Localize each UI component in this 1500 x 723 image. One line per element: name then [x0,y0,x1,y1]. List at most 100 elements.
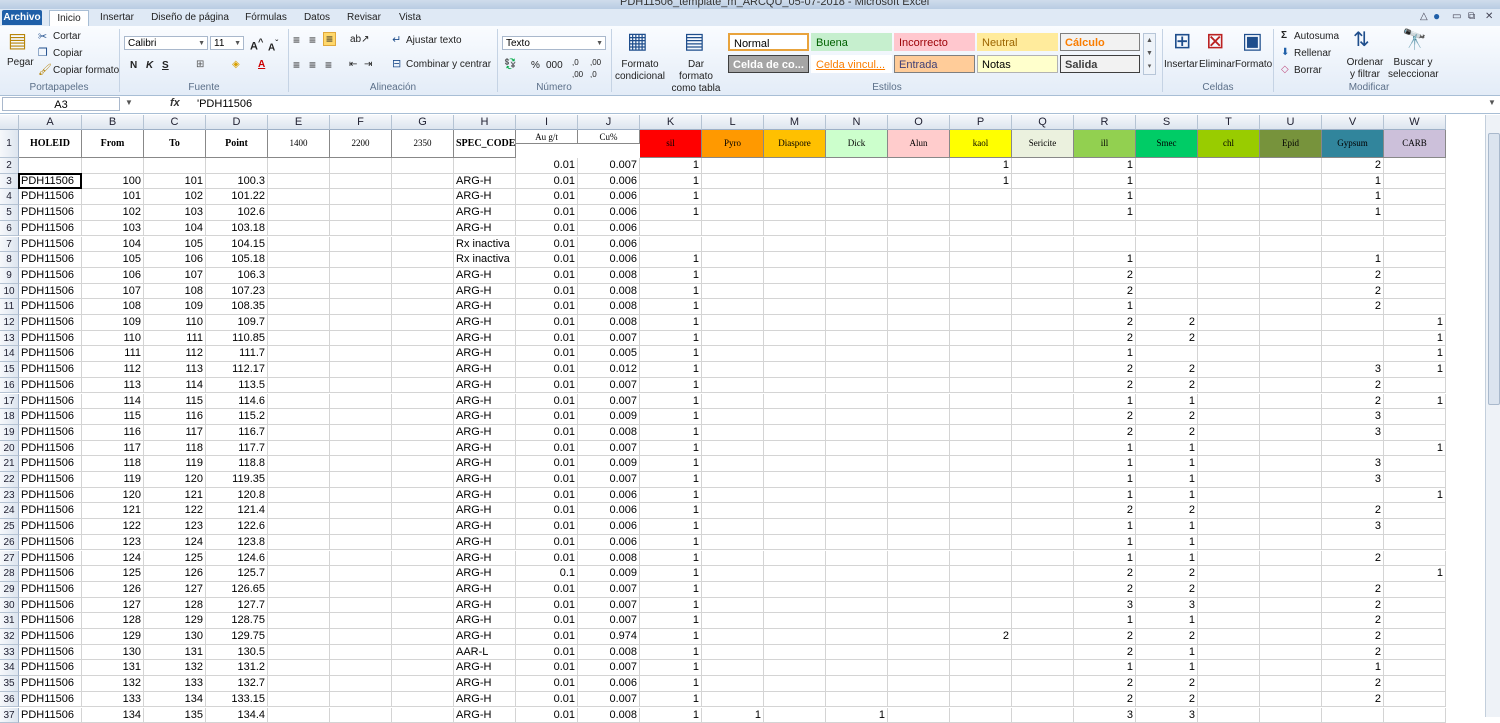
cell-B19[interactable]: 116 [82,425,144,441]
cell-U3[interactable] [1260,174,1322,190]
cell-E32[interactable] [268,629,330,645]
cell-I6[interactable]: 0.01 [516,221,578,237]
autosum-button[interactable]: Autosuma [1294,31,1339,43]
cell-H1[interactable]: SPEC_CODE [454,130,516,158]
cell-W18[interactable] [1384,409,1446,425]
cell-H6[interactable]: ARG-H [454,221,516,237]
column-header[interactable]: F [330,115,392,130]
cell-N31[interactable] [826,613,888,629]
cell-C36[interactable]: 134 [144,692,206,708]
cell-W15[interactable]: 1 [1384,362,1446,378]
cell-A8[interactable]: PDH11506 [19,252,82,268]
cell-B37[interactable]: 134 [82,708,144,723]
cell-N12[interactable] [826,315,888,331]
cell-E9[interactable] [268,268,330,284]
vertical-scrollbar[interactable] [1485,115,1500,717]
cell-F6[interactable] [330,221,392,237]
cell-U30[interactable] [1260,598,1322,614]
cell-I25[interactable]: 0.01 [516,519,578,535]
cell-J14[interactable]: 0.005 [578,346,640,362]
cell-U16[interactable] [1260,378,1322,394]
cell-P17[interactable] [950,394,1012,410]
cell-W19[interactable] [1384,425,1446,441]
cell-D5[interactable]: 102.6 [206,205,268,221]
cell-J9[interactable]: 0.008 [578,268,640,284]
format-painter-icon[interactable]: 🖌 [38,63,52,77]
cell-O9[interactable] [888,268,950,284]
cell-J26[interactable]: 0.006 [578,535,640,551]
cell-V31[interactable]: 2 [1322,613,1384,629]
cell-I28[interactable]: 0.1 [516,566,578,582]
cell-A26[interactable]: PDH11506 [19,535,82,551]
cell-E14[interactable] [268,346,330,362]
cell-N16[interactable] [826,378,888,394]
cell-N10[interactable] [826,284,888,300]
cell-E29[interactable] [268,582,330,598]
cell-J31[interactable]: 0.007 [578,613,640,629]
cell-D28[interactable]: 125.7 [206,566,268,582]
cell-F14[interactable] [330,346,392,362]
cell-H37[interactable]: ARG-H [454,708,516,723]
cell-V37[interactable] [1322,708,1384,723]
window-restore-icon[interactable]: ⧉ [1468,11,1475,22]
column-header[interactable]: J [578,115,640,130]
cell-U33[interactable] [1260,645,1322,661]
cell-G35[interactable] [392,676,454,692]
cell-M30[interactable] [764,598,826,614]
cell-L30[interactable] [702,598,764,614]
cell-T1[interactable]: chl [1198,130,1260,158]
cell-R12[interactable]: 2 [1074,315,1136,331]
cell-A32[interactable]: PDH11506 [19,629,82,645]
cell-S5[interactable] [1136,205,1198,221]
cell-H13[interactable]: ARG-H [454,331,516,347]
cell-S11[interactable] [1136,299,1198,315]
cell-E34[interactable] [268,660,330,676]
cell-A2[interactable] [19,158,82,174]
cell-O18[interactable] [888,409,950,425]
cell-K25[interactable]: 1 [640,519,702,535]
cell-V13[interactable] [1322,331,1384,347]
cell-O6[interactable] [888,221,950,237]
cell-T33[interactable] [1198,645,1260,661]
cell-Q19[interactable] [1012,425,1074,441]
cell-H11[interactable]: ARG-H [454,299,516,315]
cell-J35[interactable]: 0.006 [578,676,640,692]
cell-B24[interactable]: 121 [82,503,144,519]
cell-G6[interactable] [392,221,454,237]
cell-F5[interactable] [330,205,392,221]
cell-I27[interactable]: 0.01 [516,551,578,567]
cell-I17[interactable]: 0.01 [516,394,578,410]
cell-G22[interactable] [392,472,454,488]
cell-S19[interactable]: 2 [1136,425,1198,441]
cell-F19[interactable] [330,425,392,441]
cell-A15[interactable]: PDH11506 [19,362,82,378]
cell-N18[interactable] [826,409,888,425]
cell-R11[interactable]: 1 [1074,299,1136,315]
cell-F31[interactable] [330,613,392,629]
cell-J36[interactable]: 0.007 [578,692,640,708]
cell-H3[interactable]: ARG-H [454,174,516,190]
cell-F12[interactable] [330,315,392,331]
cell-E35[interactable] [268,676,330,692]
row-header[interactable]: 29 [0,582,19,598]
cell-T35[interactable] [1198,676,1260,692]
window-close-icon[interactable]: ✕ [1485,11,1493,22]
column-header[interactable]: D [206,115,268,130]
align-center-icon[interactable]: ≡ [309,59,316,71]
column-header[interactable]: R [1074,115,1136,130]
style-incorrecto[interactable]: Incorrecto [894,33,975,51]
cell-Q18[interactable] [1012,409,1074,425]
cell-P2[interactable]: 1 [950,158,1012,174]
cell-H8[interactable]: Rx inactiva [454,252,516,268]
cell-G9[interactable] [392,268,454,284]
row-header[interactable]: 2 [0,158,19,174]
cell-M9[interactable] [764,268,826,284]
cell-V22[interactable]: 3 [1322,472,1384,488]
cell-O21[interactable] [888,456,950,472]
cell-V30[interactable]: 2 [1322,598,1384,614]
cell-U18[interactable] [1260,409,1322,425]
cell-P5[interactable] [950,205,1012,221]
cell-W35[interactable] [1384,676,1446,692]
conditional-format-icon[interactable]: ▦ [627,29,648,53]
cell-O7[interactable] [888,237,950,253]
